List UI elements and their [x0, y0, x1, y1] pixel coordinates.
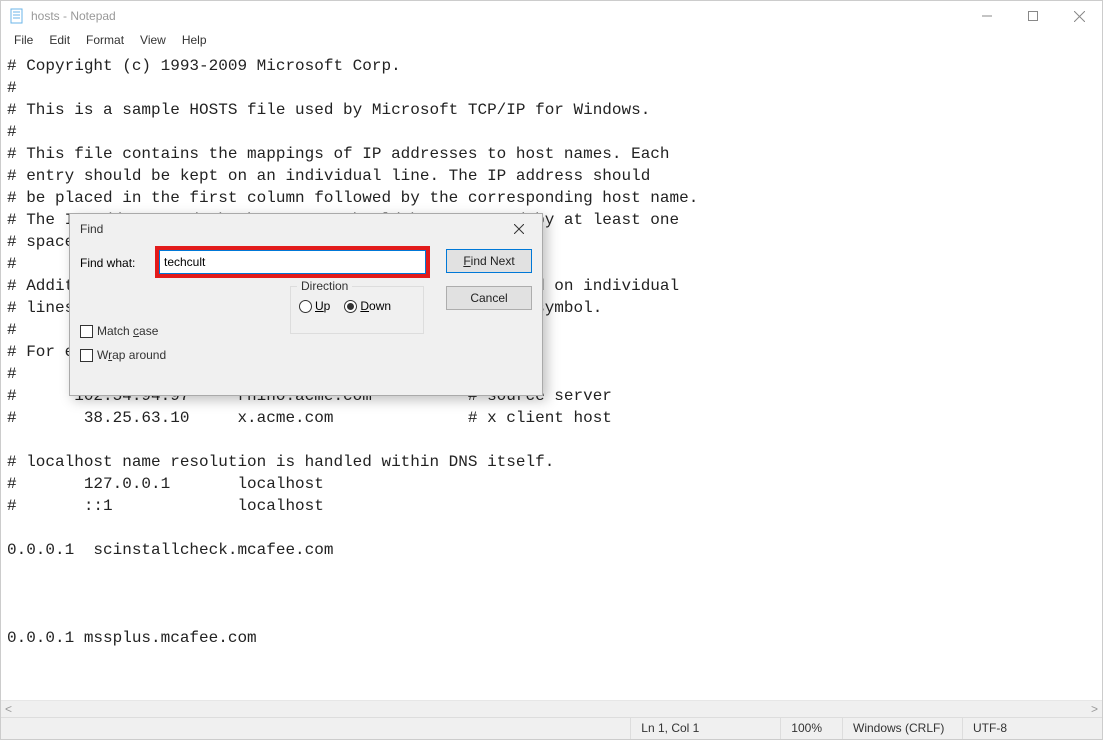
window-titlebar: hosts - Notepad [1, 1, 1102, 31]
status-eol: Windows (CRLF) [842, 718, 962, 739]
status-position: Ln 1, Col 1 [630, 718, 780, 739]
direction-group: Direction Up Down [290, 286, 424, 334]
radio-icon [344, 300, 357, 313]
wrap-around-checkbox[interactable]: Wrap around [80, 348, 166, 362]
cancel-button[interactable]: Cancel [446, 286, 532, 310]
window-controls [964, 1, 1102, 31]
match-case-checkbox[interactable]: Match case [80, 324, 166, 338]
maximize-button[interactable] [1010, 1, 1056, 31]
statusbar: Ln 1, Col 1 100% Windows (CRLF) UTF-8 [1, 717, 1102, 739]
checkbox-icon [80, 349, 93, 362]
menu-edit[interactable]: Edit [42, 31, 77, 51]
direction-down-radio[interactable]: Down [344, 299, 391, 313]
direction-up-radio[interactable]: Up [299, 299, 330, 313]
find-close-button[interactable] [504, 217, 534, 241]
find-what-input[interactable] [159, 250, 426, 274]
status-encoding: UTF-8 [962, 718, 1102, 739]
menubar: File Edit Format View Help [1, 31, 1102, 51]
minimize-button[interactable] [964, 1, 1010, 31]
checkbox-icon [80, 325, 93, 338]
find-dialog-title: Find [80, 222, 103, 236]
scroll-right-icon[interactable]: > [1091, 702, 1098, 716]
find-what-label: Find what: [80, 256, 135, 270]
menu-format[interactable]: Format [79, 31, 131, 51]
menu-help[interactable]: Help [175, 31, 214, 51]
find-input-highlight [155, 246, 430, 278]
scroll-left-icon[interactable]: < [5, 702, 12, 716]
find-dialog-titlebar[interactable]: Find [70, 214, 542, 244]
find-next-button[interactable]: Find Next [446, 249, 532, 273]
status-zoom: 100% [780, 718, 842, 739]
close-button[interactable] [1056, 1, 1102, 31]
notepad-icon [9, 8, 25, 24]
window-title: hosts - Notepad [31, 9, 116, 23]
menu-file[interactable]: File [7, 31, 40, 51]
horizontal-scrollbar[interactable]: < > [1, 700, 1102, 717]
find-dialog: Find Find what: Find Next Cancel Directi… [69, 213, 543, 396]
direction-legend: Direction [297, 279, 352, 293]
radio-icon [299, 300, 312, 313]
menu-view[interactable]: View [133, 31, 173, 51]
